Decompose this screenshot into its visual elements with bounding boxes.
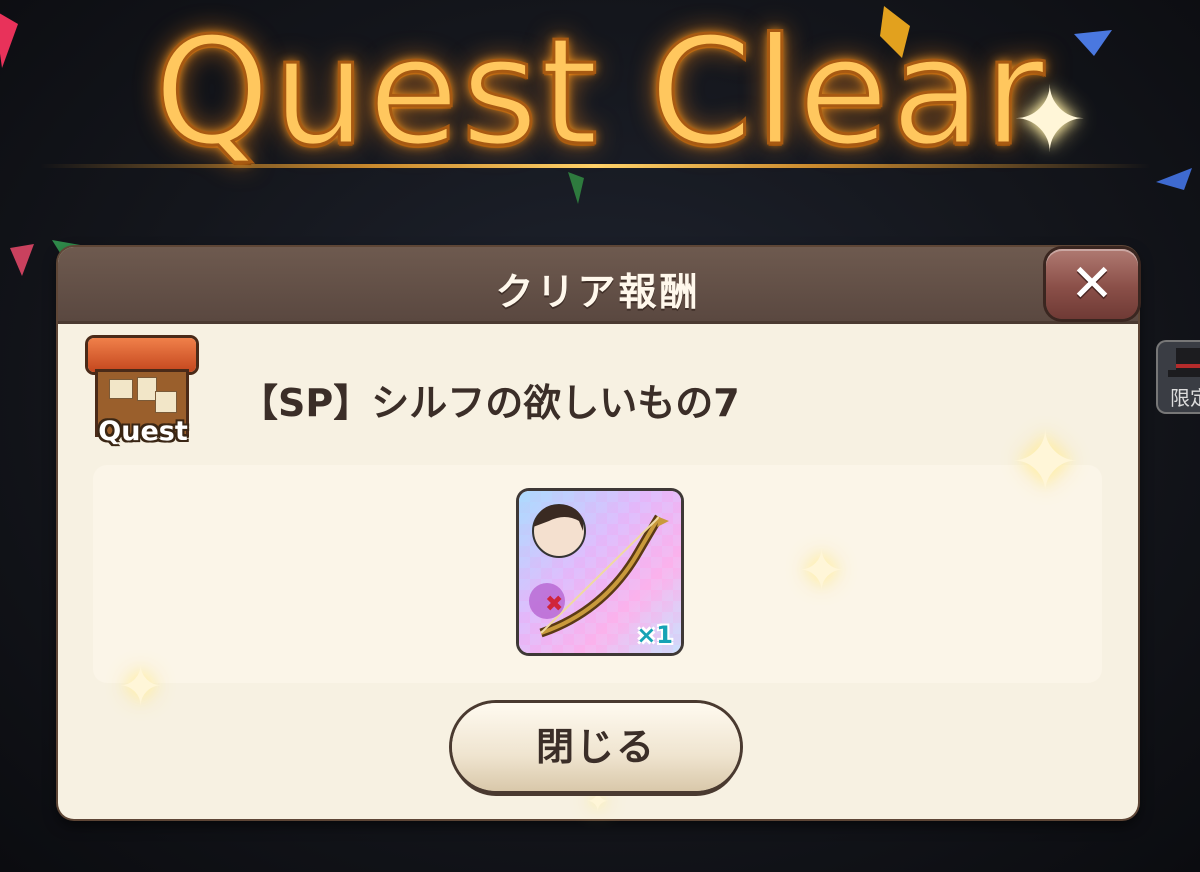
svg-text:✖: ✖ xyxy=(545,592,563,617)
close-icon: ✕ xyxy=(1070,254,1114,314)
sparkle-star-2: ✦ xyxy=(1010,413,1081,511)
reward-item[interactable]: ✖ ×1 xyxy=(519,491,681,653)
quest-paper-3 xyxy=(156,392,176,412)
quest-badge-icon: Quest xyxy=(86,338,200,452)
side-event-icon[interactable]: 限定 xyxy=(1158,342,1200,412)
sparkle-star: ✦ xyxy=(1012,68,1088,173)
dialog-close-button[interactable]: ✕ xyxy=(1046,249,1138,319)
quest-paper-1 xyxy=(110,380,132,398)
confetti-blue-2 xyxy=(1156,168,1192,190)
close-button[interactable]: 閉じる xyxy=(452,703,740,791)
top-hat-icon xyxy=(1168,348,1200,377)
confetti-pink xyxy=(0,13,18,68)
sparkle-star-4: ✦ xyxy=(118,655,164,718)
quest-paper-2 xyxy=(138,378,156,400)
confetti-gold xyxy=(880,6,910,58)
sparkle-star-3: ✦ xyxy=(798,539,845,604)
side-icon-label: 限定 xyxy=(1170,386,1200,410)
quest-name: 【SP】シルフの欲しいもの7 xyxy=(240,381,740,425)
quest-badge-label: Quest xyxy=(98,416,188,447)
sparkle-star-5: ✦ xyxy=(586,785,610,818)
confetti-blue xyxy=(1074,30,1112,56)
quest-badge-roof xyxy=(88,338,196,372)
confetti-green xyxy=(568,172,584,204)
dialog-header: クリア報酬 xyxy=(58,247,1138,324)
reward-count: ×1 xyxy=(636,621,673,649)
dialog-title: クリア報酬 xyxy=(495,270,701,314)
confetti-pink-2 xyxy=(10,244,34,276)
